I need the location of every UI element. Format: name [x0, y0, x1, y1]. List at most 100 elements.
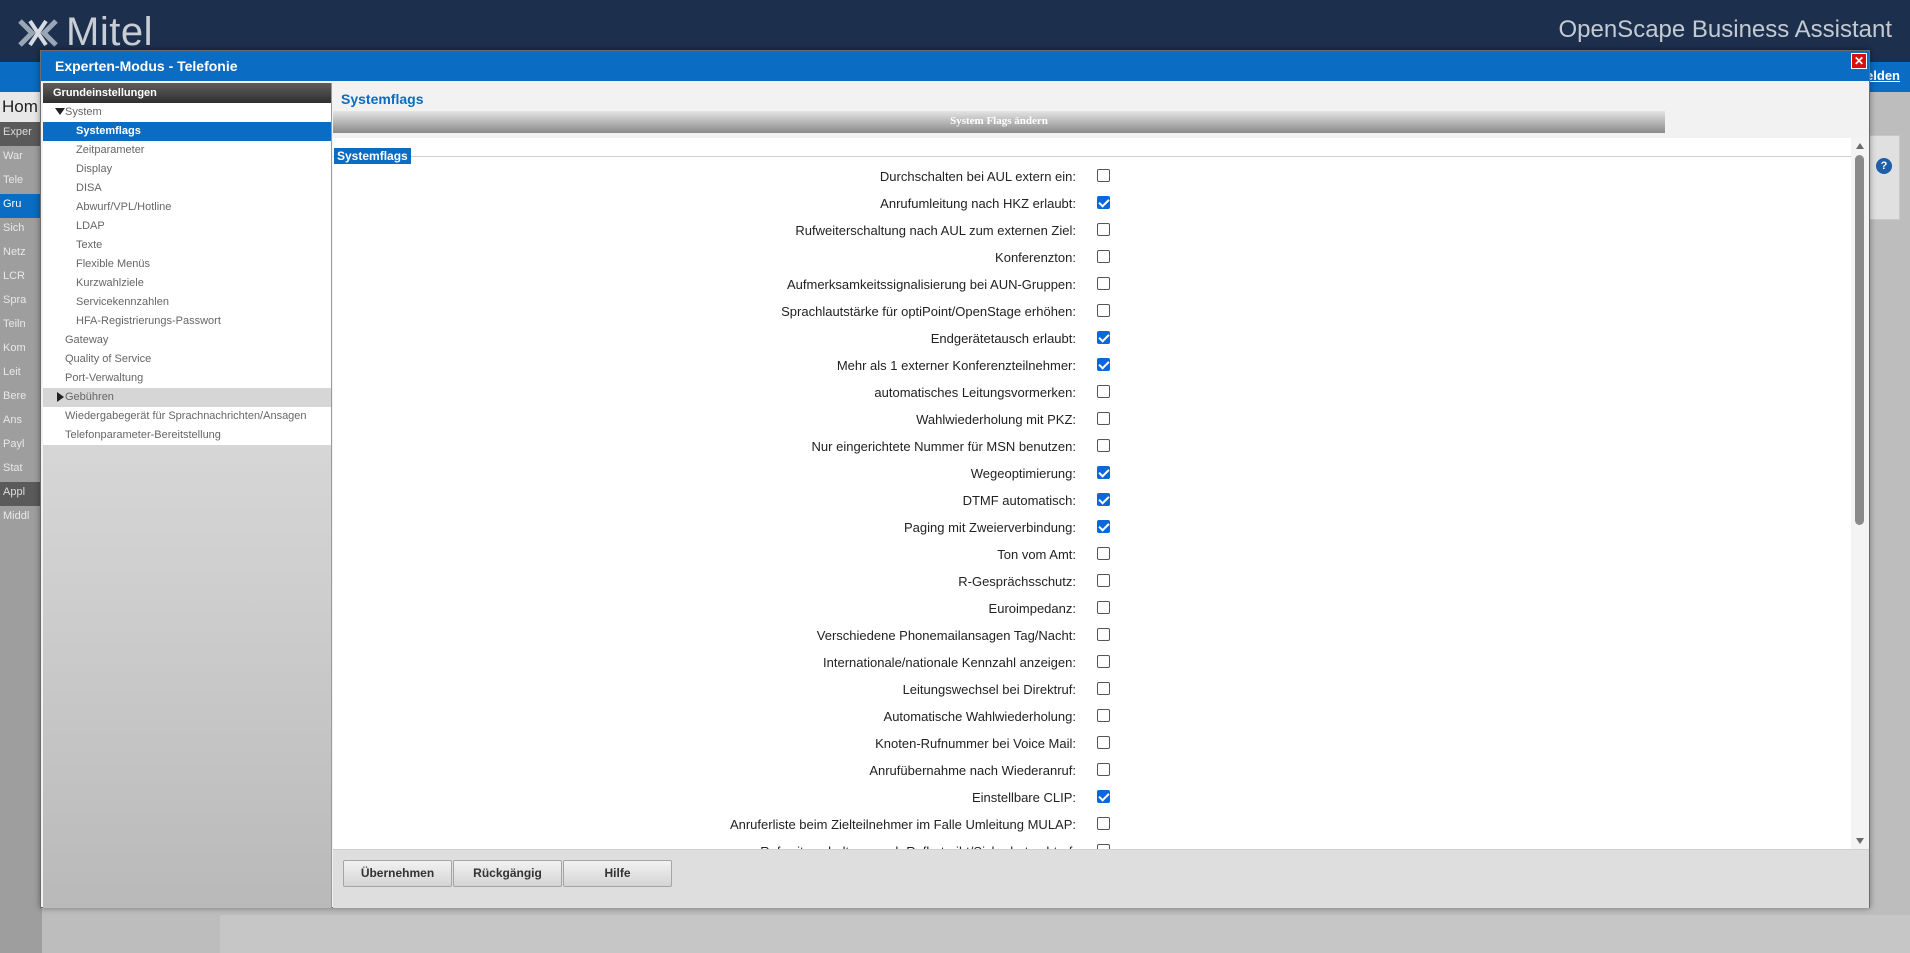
fieldset-legend: Systemflags [334, 148, 411, 164]
flag-checkbox[interactable] [1097, 412, 1110, 425]
tree-item[interactable]: Gebühren [43, 388, 331, 407]
flag-row: Konferenzton: [333, 244, 1851, 271]
flag-checkbox[interactable] [1097, 520, 1110, 533]
tree-item[interactable]: Kurzwahlziele [43, 274, 331, 293]
tree-item[interactable]: Telefonparameter-Bereitstellung [43, 426, 331, 445]
app-sidebar-item[interactable]: Bere [0, 386, 42, 410]
flag-checkbox[interactable] [1097, 763, 1110, 776]
flag-checkbox[interactable] [1097, 628, 1110, 641]
help-button[interactable]: Hilfe [563, 860, 672, 887]
tree-item[interactable]: Quality of Service [43, 350, 331, 369]
tree-item-label: Servicekennzahlen [76, 296, 169, 308]
expert-mode-dialog: Experten-Modus - Telefonie ✕ Grundeinste… [40, 50, 1870, 908]
flag-checkbox[interactable] [1097, 817, 1110, 830]
tree-item[interactable]: Texte [43, 236, 331, 255]
collapsed-triangle-icon[interactable] [57, 392, 64, 402]
app-sidebar-item[interactable]: Spra [0, 290, 42, 314]
app-sidebar-item[interactable]: Leit [0, 362, 42, 386]
close-icon[interactable]: ✕ [1851, 53, 1867, 69]
tree-item[interactable]: System [43, 103, 331, 122]
tree-item[interactable]: Port-Verwaltung [43, 369, 331, 388]
flag-checkbox[interactable] [1097, 277, 1110, 290]
app-sidebar-item[interactable]: Kom [0, 338, 42, 362]
app-sidebar-item[interactable]: Appl [0, 482, 42, 506]
mitel-logo-icon [16, 15, 60, 51]
flag-checkbox[interactable] [1097, 439, 1110, 452]
flag-checkbox[interactable] [1097, 304, 1110, 317]
tree-item[interactable]: DISA [43, 179, 331, 198]
tree-item[interactable]: Zeitparameter [43, 141, 331, 160]
app-sidebar-item[interactable]: Exper [0, 122, 42, 146]
home-breadcrumb[interactable]: Hom [0, 92, 42, 122]
flag-checkbox[interactable] [1097, 466, 1110, 479]
app-sidebar-item[interactable]: Sich [0, 218, 42, 242]
tree-item[interactable]: Abwurf/VPL/Hotline [43, 198, 331, 217]
flag-checkbox[interactable] [1097, 250, 1110, 263]
app-sidebar-item[interactable]: Middl [0, 506, 42, 530]
flag-checkbox[interactable] [1097, 574, 1110, 587]
tree-item-label: Flexible Menüs [76, 258, 150, 270]
tree-item-label: Telefonparameter-Bereitstellung [65, 429, 221, 441]
app-sidebar: Exper War Tele Gru Sich Netz LCR Spra Teiln Kom Le… [0, 122, 42, 953]
apply-button[interactable]: Übernehmen [343, 860, 452, 887]
app-sidebar-item[interactable]: Stat [0, 458, 42, 482]
app-sidebar-item[interactable]: Netz [0, 242, 42, 266]
dialog-titlebar[interactable]: Experten-Modus - Telefonie ✕ [41, 51, 1869, 81]
flag-label: Mehr als 1 externer Konferenzteilnehmer: [836, 358, 1076, 373]
flag-row: automatisches Leitungsvormerken: [333, 379, 1851, 406]
flag-checkbox[interactable] [1097, 385, 1110, 398]
tree-item-label: Zeitparameter [76, 144, 145, 156]
flag-checkbox[interactable] [1097, 223, 1110, 236]
flag-checkbox[interactable] [1097, 196, 1110, 209]
flag-row: Sprachlautstärke für optiPoint/OpenStage… [333, 298, 1851, 325]
scroll-thumb[interactable] [1855, 155, 1864, 525]
help-icon[interactable]: ? [1876, 158, 1892, 174]
flag-row: Durchschalten bei AUL extern ein: [333, 163, 1851, 190]
flag-checkbox[interactable] [1097, 493, 1110, 506]
flag-checkbox[interactable] [1097, 736, 1110, 749]
app-sidebar-item[interactable]: Teiln [0, 314, 42, 338]
app-sidebar-item[interactable]: Gru [0, 194, 42, 218]
app-sidebar-item[interactable]: War [0, 146, 42, 170]
flag-row: Euroimpedanz: [333, 595, 1851, 622]
flag-checkbox[interactable] [1097, 790, 1110, 803]
tree-item[interactable]: Gateway [43, 331, 331, 350]
app-sidebar-item[interactable]: Tele [0, 170, 42, 194]
tree-item-label: HFA-Registrierungs-Passwort [76, 315, 221, 327]
undo-button[interactable]: Rückgängig [453, 860, 562, 887]
tree-item[interactable]: HFA-Registrierungs-Passwort [43, 312, 331, 331]
logo-text: Mitel [66, 10, 153, 54]
flag-row: Leitungswechsel bei Direktruf: [333, 676, 1851, 703]
scroll-up-icon[interactable] [1856, 143, 1864, 149]
tree-item[interactable]: Servicekennzahlen [43, 293, 331, 312]
flag-checkbox[interactable] [1097, 358, 1110, 371]
tree-item[interactable]: Flexible Menüs [43, 255, 331, 274]
flag-checkbox[interactable] [1097, 601, 1110, 614]
tree-item[interactable]: Display [43, 160, 331, 179]
app-sidebar-item[interactable]: Ans [0, 410, 42, 434]
flag-checkbox[interactable] [1097, 709, 1110, 722]
tree-item[interactable]: Wiedergabegerät für Sprachnachrichten/An… [43, 407, 331, 426]
form-scrollbar[interactable] [1851, 138, 1869, 849]
flag-rows: Durchschalten bei AUL extern ein: Anrufum… [333, 163, 1851, 849]
flag-label: Anruferliste beim Zielteilnehmer im Fall… [729, 817, 1076, 832]
app-sidebar-item[interactable]: Payl [0, 434, 42, 458]
expanded-triangle-icon[interactable] [55, 108, 65, 115]
tree-item-label: Gateway [65, 334, 109, 346]
tree-item[interactable]: LDAP [43, 217, 331, 236]
app-sidebar-item[interactable]: LCR [0, 266, 42, 290]
scroll-down-icon[interactable] [1856, 838, 1864, 844]
flag-label: Durchschalten bei AUL extern ein: [879, 169, 1076, 184]
fieldset-divider [333, 156, 1851, 157]
tree-item-label: Port-Verwaltung [65, 372, 144, 384]
tree-header[interactable]: Grundeinstellungen [43, 83, 331, 103]
flag-checkbox[interactable] [1097, 655, 1110, 668]
flag-checkbox[interactable] [1097, 169, 1110, 182]
flag-label: Endgerätetausch erlaubt: [930, 331, 1076, 346]
logout-link[interactable]: elden [1866, 68, 1900, 83]
flag-checkbox[interactable] [1097, 547, 1110, 560]
tree-item-label: System [65, 106, 102, 118]
flag-checkbox[interactable] [1097, 331, 1110, 344]
tree-item[interactable]: Systemflags [43, 122, 331, 141]
flag-checkbox[interactable] [1097, 682, 1110, 695]
